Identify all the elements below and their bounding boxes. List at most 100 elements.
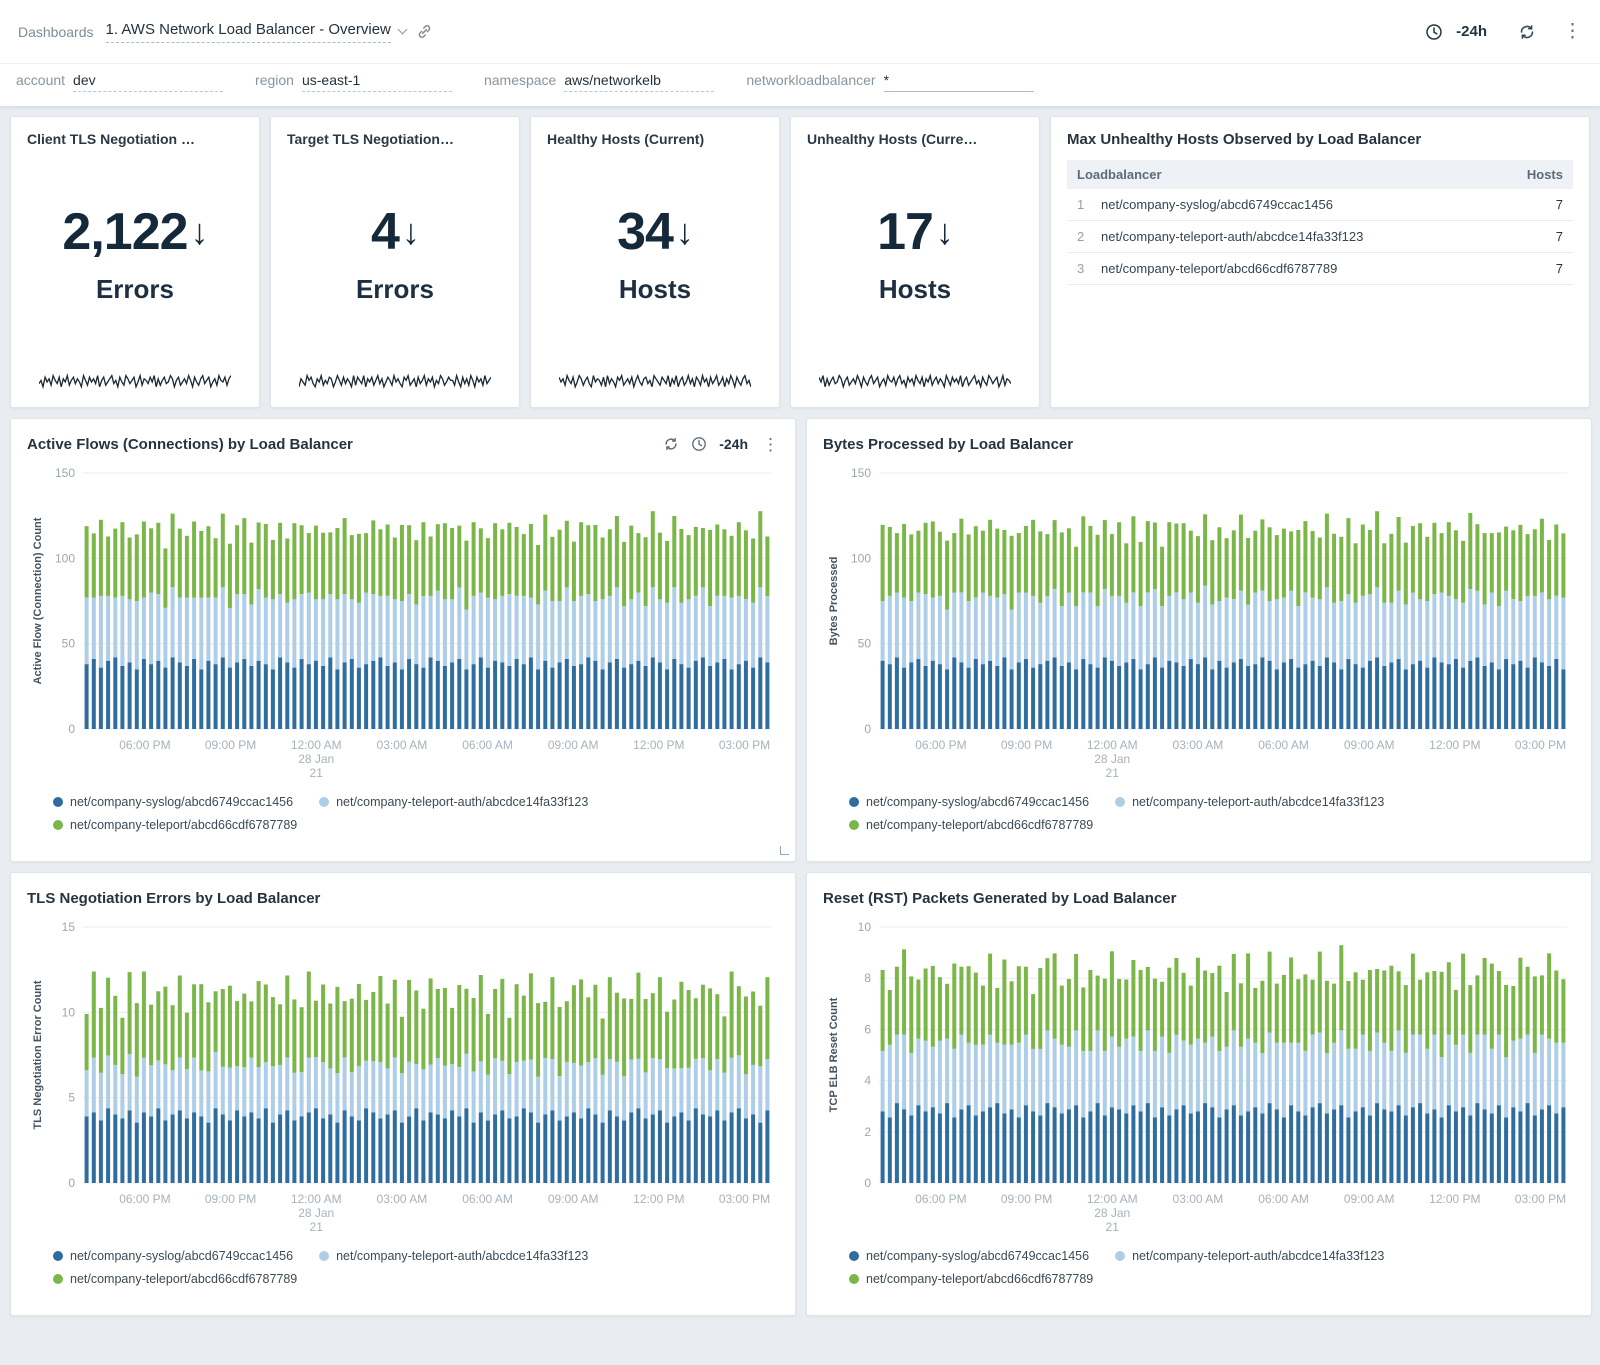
svg-text:21: 21: [310, 1220, 324, 1234]
legend-item[interactable]: net/company-syslog/abcd6749ccac1456: [849, 1249, 1089, 1263]
kpi-value: 4: [371, 202, 399, 262]
svg-text:09:00 AM: 09:00 AM: [548, 1192, 599, 1206]
trend-down-icon: ↓: [936, 211, 953, 253]
svg-text:09:00 AM: 09:00 AM: [1344, 1192, 1395, 1206]
svg-text:21: 21: [1106, 766, 1120, 780]
legend-item[interactable]: net/company-syslog/abcd6749ccac1456: [53, 795, 293, 809]
max-unhealthy-hosts-panel: Max Unhealthy Hosts Observed by Load Bal…: [1050, 116, 1590, 408]
dashboard-title-dropdown[interactable]: 1. AWS Network Load Balancer - Overview: [106, 21, 406, 43]
table-header-row: Loadbalancer Hosts: [1067, 160, 1573, 189]
legend-item[interactable]: net/company-teleport-auth/abcdce14fa33f1…: [1115, 795, 1384, 809]
svg-text:03:00 PM: 03:00 PM: [1515, 1192, 1566, 1206]
legend-label: net/company-teleport-auth/abcdce14fa33f1…: [1132, 795, 1384, 809]
panel-kebab-icon[interactable]: ⋮: [762, 436, 779, 453]
chevron-down-icon: [397, 25, 407, 35]
table-row[interactable]: 2net/company-teleport-auth/abcdce14fa33f…: [1067, 221, 1573, 253]
filter-networkloadbalancer: networkloadbalancer *: [746, 72, 1033, 92]
refresh-icon[interactable]: [1518, 23, 1536, 41]
svg-text:09:00 PM: 09:00 PM: [205, 738, 256, 752]
legend-item[interactable]: net/company-teleport-auth/abcdce14fa33f1…: [1115, 1249, 1384, 1263]
svg-text:0: 0: [864, 1176, 871, 1190]
svg-text:0: 0: [68, 722, 75, 736]
kpi-unit: Errors: [96, 274, 174, 305]
svg-text:2: 2: [864, 1125, 871, 1139]
legend-item[interactable]: net/company-teleport/abcd66cdf6787789: [53, 818, 297, 832]
svg-text:06:00 AM: 06:00 AM: [1258, 738, 1309, 752]
row-index: 3: [1067, 253, 1091, 285]
legend-dot: [53, 820, 63, 830]
time-range-label[interactable]: -24h: [1456, 23, 1487, 40]
legend-item[interactable]: net/company-teleport/abcd66cdf6787789: [53, 1272, 297, 1286]
charts-row-2: TLS Negotiation Errors by Load Balancer …: [10, 872, 1590, 1316]
legend-item[interactable]: net/company-teleport/abcd66cdf6787789: [849, 1272, 1093, 1286]
legend-item[interactable]: net/company-teleport-auth/abcdce14fa33f1…: [319, 1249, 588, 1263]
chart-legend: net/company-syslog/abcd6749ccac1456 net/c…: [27, 1239, 779, 1286]
charts-row-1: Active Flows (Connections) by Load Balan…: [10, 418, 1590, 862]
breadcrumb-dashboards[interactable]: Dashboards: [18, 24, 94, 40]
column-header-loadbalancer[interactable]: Loadbalancer: [1067, 160, 1493, 189]
svg-text:50: 50: [62, 637, 76, 651]
chart-title: Reset (RST) Packets Generated by Load Ba…: [823, 890, 1176, 907]
legend-label: net/company-syslog/abcd6749ccac1456: [70, 795, 293, 809]
chart-title: TLS Negotiation Errors by Load Balancer: [27, 890, 320, 907]
resize-handle[interactable]: [780, 846, 789, 855]
svg-text:4: 4: [864, 1074, 871, 1088]
kpi-card-client-tls-errors: Client TLS Negotiation … 2,122↓ Errors: [10, 116, 260, 408]
legend-label: net/company-syslog/abcd6749ccac1456: [866, 1249, 1089, 1263]
legend-item[interactable]: net/company-teleport-auth/abcdce14fa33f1…: [319, 795, 588, 809]
top-bar: Dashboards 1. AWS Network Load Balancer …: [0, 0, 1600, 64]
row-index: 1: [1067, 189, 1091, 221]
panel-clock-icon[interactable]: [691, 436, 707, 452]
legend-label: net/company-teleport/abcd66cdf6787789: [70, 818, 297, 832]
legend-label: net/company-teleport-auth/abcdce14fa33f1…: [336, 1249, 588, 1263]
legend-label: net/company-teleport-auth/abcdce14fa33f1…: [336, 795, 588, 809]
share-link-icon[interactable]: [416, 23, 433, 40]
filter-label: networkloadbalancer: [746, 72, 875, 88]
filter-value-namespace[interactable]: aws/networkelb: [564, 72, 714, 92]
kebab-menu-icon[interactable]: ⋮: [1563, 22, 1582, 41]
svg-text:100: 100: [851, 551, 871, 565]
kpi-body: 2,122↓ Errors: [27, 139, 243, 367]
legend-dot: [1115, 1251, 1125, 1261]
legend-label: net/company-syslog/abcd6749ccac1456: [70, 1249, 293, 1263]
legend-item[interactable]: net/company-teleport/abcd66cdf6787789: [849, 818, 1093, 832]
svg-text:06:00 AM: 06:00 AM: [1258, 1192, 1309, 1206]
column-header-hosts[interactable]: Hosts: [1493, 160, 1573, 189]
table-row[interactable]: 3net/company-teleport/abcd66cdf67877897: [1067, 253, 1573, 285]
svg-text:28 Jan: 28 Jan: [298, 752, 334, 766]
legend-dot: [849, 1251, 859, 1261]
panel-time-range-label[interactable]: -24h: [719, 436, 748, 452]
svg-text:28 Jan: 28 Jan: [1094, 752, 1130, 766]
svg-text:12:00 PM: 12:00 PM: [633, 1192, 684, 1206]
table-row[interactable]: 1net/company-syslog/abcd6749ccac14567: [1067, 189, 1573, 221]
legend-label: net/company-teleport/abcd66cdf6787789: [866, 818, 1093, 832]
legend-item[interactable]: net/company-syslog/abcd6749ccac1456: [849, 795, 1089, 809]
kpi-value: 34: [617, 202, 673, 262]
svg-text:10: 10: [858, 920, 872, 934]
legend-item[interactable]: net/company-syslog/abcd6749ccac1456: [53, 1249, 293, 1263]
svg-text:8: 8: [864, 971, 871, 985]
kpi-body: 4↓ Errors: [287, 139, 503, 367]
chart-legend: net/company-syslog/abcd6749ccac1456 net/c…: [823, 1239, 1575, 1286]
filter-value-account[interactable]: dev: [73, 72, 223, 92]
svg-text:06:00 PM: 06:00 PM: [119, 738, 170, 752]
svg-text:06:00 AM: 06:00 AM: [462, 1192, 513, 1206]
filter-value-region[interactable]: us-east-1: [302, 72, 452, 92]
clock-icon[interactable]: [1425, 23, 1443, 41]
loadbalancer-name: net/company-teleport-auth/abcdce14fa33f1…: [1091, 221, 1493, 253]
svg-text:03:00 AM: 03:00 AM: [377, 1192, 428, 1206]
svg-text:100: 100: [55, 551, 75, 565]
filter-value-networkloadbalancer[interactable]: *: [884, 72, 1034, 92]
svg-text:03:00 AM: 03:00 AM: [377, 738, 428, 752]
panel-refresh-icon[interactable]: [663, 436, 679, 452]
kpi-value: 2,122: [62, 202, 187, 262]
kpi-body: 17↓ Hosts: [807, 139, 1023, 367]
svg-text:28 Jan: 28 Jan: [1094, 1206, 1130, 1220]
svg-text:09:00 PM: 09:00 PM: [1001, 1192, 1052, 1206]
svg-text:15: 15: [62, 920, 76, 934]
legend-dot: [849, 797, 859, 807]
svg-text:5: 5: [68, 1091, 75, 1105]
legend-label: net/company-syslog/abcd6749ccac1456: [866, 795, 1089, 809]
filter-label: namespace: [484, 72, 556, 88]
kpi-card-unhealthy-hosts: Unhealthy Hosts (Curre… 17↓ Hosts: [790, 116, 1040, 408]
